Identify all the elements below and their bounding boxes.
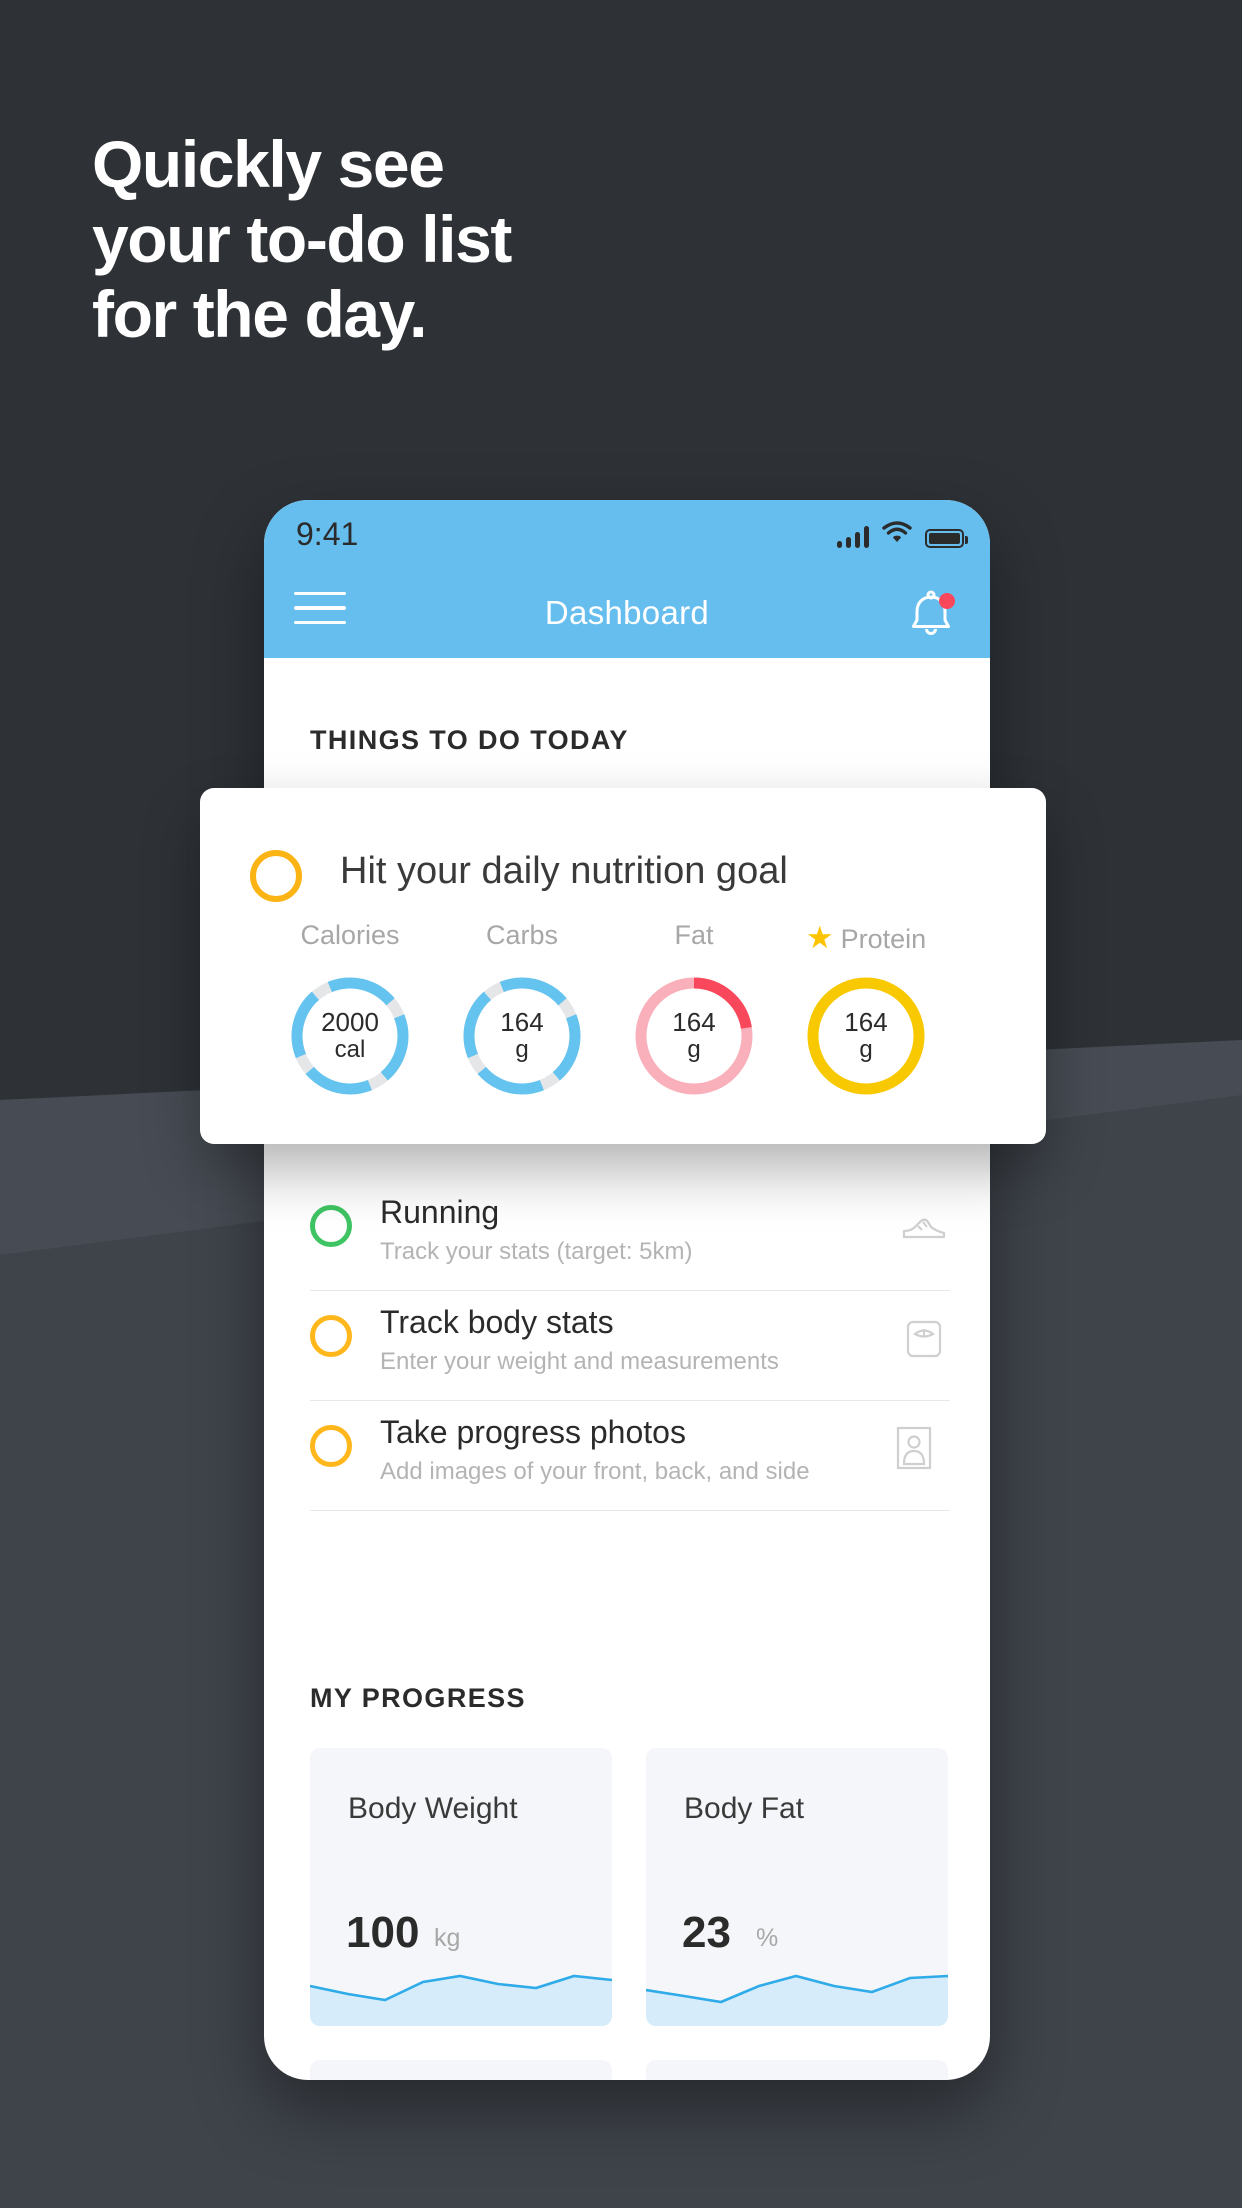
macro-carbs[interactable]: Carbs 164 g bbox=[432, 920, 612, 1098]
macro-value: 164 bbox=[672, 1007, 716, 1037]
body-fat-sparkline bbox=[646, 1974, 948, 2026]
macro-label: Calories bbox=[300, 920, 400, 950]
app-navbar: Dashboard bbox=[264, 564, 990, 658]
macro-value: 2000 bbox=[321, 1007, 379, 1037]
macro-fat[interactable]: Fat 164 g bbox=[604, 920, 784, 1098]
battery-icon bbox=[925, 529, 968, 548]
macro-calories[interactable]: Calories 2000 cal bbox=[260, 920, 440, 1098]
page-title: Dashboard bbox=[544, 594, 710, 631]
running-shoe-icon bbox=[900, 1205, 948, 1253]
progress-card-unit: kg bbox=[434, 1924, 461, 1952]
todo-title: Take progress photos bbox=[380, 1414, 686, 1450]
todo-item-running[interactable]: Running Track your stats (target: 5km) bbox=[310, 1181, 950, 1291]
todo-title: Track body stats bbox=[380, 1304, 614, 1340]
todo-checkbox-ring[interactable] bbox=[310, 1205, 352, 1247]
star-icon: ★ bbox=[805, 920, 834, 955]
signal-bars-icon bbox=[836, 526, 869, 548]
nutrition-goal-checkbox-ring[interactable] bbox=[250, 850, 302, 902]
progress-card-label: Body Weight bbox=[348, 1792, 518, 1825]
progress-card-label: Body Fat bbox=[684, 1792, 805, 1825]
nutrition-goal-title: Hit your daily nutrition goal bbox=[340, 850, 788, 892]
macro-progress-ring: 164 g bbox=[632, 974, 756, 1098]
macro-label-text: Protein bbox=[840, 924, 927, 954]
macro-value: 164 bbox=[844, 1007, 888, 1037]
macro-label: ★ Protein bbox=[776, 920, 956, 956]
headline-line-2: your to-do list bbox=[92, 202, 512, 277]
todo-checkbox-ring[interactable] bbox=[310, 1315, 352, 1357]
macro-progress-ring: 164 g bbox=[804, 974, 928, 1098]
weight-scale-icon bbox=[900, 1315, 948, 1363]
todo-item-progress-photos[interactable]: Take progress photos Add images of your … bbox=[310, 1401, 950, 1511]
macro-value: 164 bbox=[500, 1007, 544, 1037]
macro-value-group: 164 g bbox=[460, 974, 584, 1098]
headline-line-3: for the day. bbox=[92, 277, 427, 352]
bell-icon[interactable] bbox=[904, 589, 958, 639]
headline-line-1: Quickly see bbox=[92, 127, 445, 201]
todo-subtitle: Enter your weight and measurements bbox=[380, 1348, 779, 1375]
macro-label: Carbs bbox=[485, 920, 559, 950]
status-bar-time: 9:41 bbox=[296, 516, 359, 552]
macro-progress-ring: 164 g bbox=[460, 974, 584, 1098]
macro-unit: g bbox=[687, 1036, 701, 1064]
macro-protein[interactable]: ★ Protein 164 g bbox=[776, 920, 956, 1098]
progress-card-value: 100 bbox=[346, 1908, 420, 1957]
progress-card-body-weight[interactable]: Body Weight 100 kg bbox=[310, 1748, 612, 2026]
macro-label: Fat bbox=[674, 920, 714, 950]
promo-headline: Quickly see your to-do list for the day. bbox=[92, 127, 512, 353]
status-bar: 9:41 bbox=[264, 500, 990, 564]
macro-unit: g bbox=[859, 1036, 873, 1064]
body-weight-sparkline bbox=[310, 1974, 612, 2026]
macro-progress-ring: 2000 cal bbox=[288, 974, 412, 1098]
todo-title: Running bbox=[380, 1194, 500, 1230]
progress-card-unit: % bbox=[756, 1924, 779, 1952]
todo-checkbox-ring[interactable] bbox=[310, 1425, 352, 1467]
todo-subtitle: Track your stats (target: 5km) bbox=[380, 1238, 693, 1265]
wifi-icon bbox=[882, 521, 912, 548]
macro-unit: g bbox=[515, 1036, 529, 1064]
app-header: 9:41 Dashboard bbox=[264, 500, 990, 658]
macro-value-group: 164 g bbox=[632, 974, 756, 1098]
status-bar-icons bbox=[836, 521, 968, 548]
person-photo-icon bbox=[894, 1425, 942, 1473]
progress-card-body-fat[interactable]: Body Fat 23 % bbox=[646, 1748, 948, 2026]
macro-unit: cal bbox=[334, 1036, 366, 1064]
divider bbox=[310, 1510, 950, 1511]
todo-subtitle: Add images of your front, back, and side bbox=[380, 1458, 810, 1485]
macro-value-group: 2000 cal bbox=[288, 974, 412, 1098]
macro-value-group: 164 g bbox=[804, 974, 928, 1098]
todo-item-body-stats[interactable]: Track body stats Enter your weight and m… bbox=[310, 1291, 950, 1401]
progress-card-value: 23 bbox=[682, 1908, 731, 1957]
